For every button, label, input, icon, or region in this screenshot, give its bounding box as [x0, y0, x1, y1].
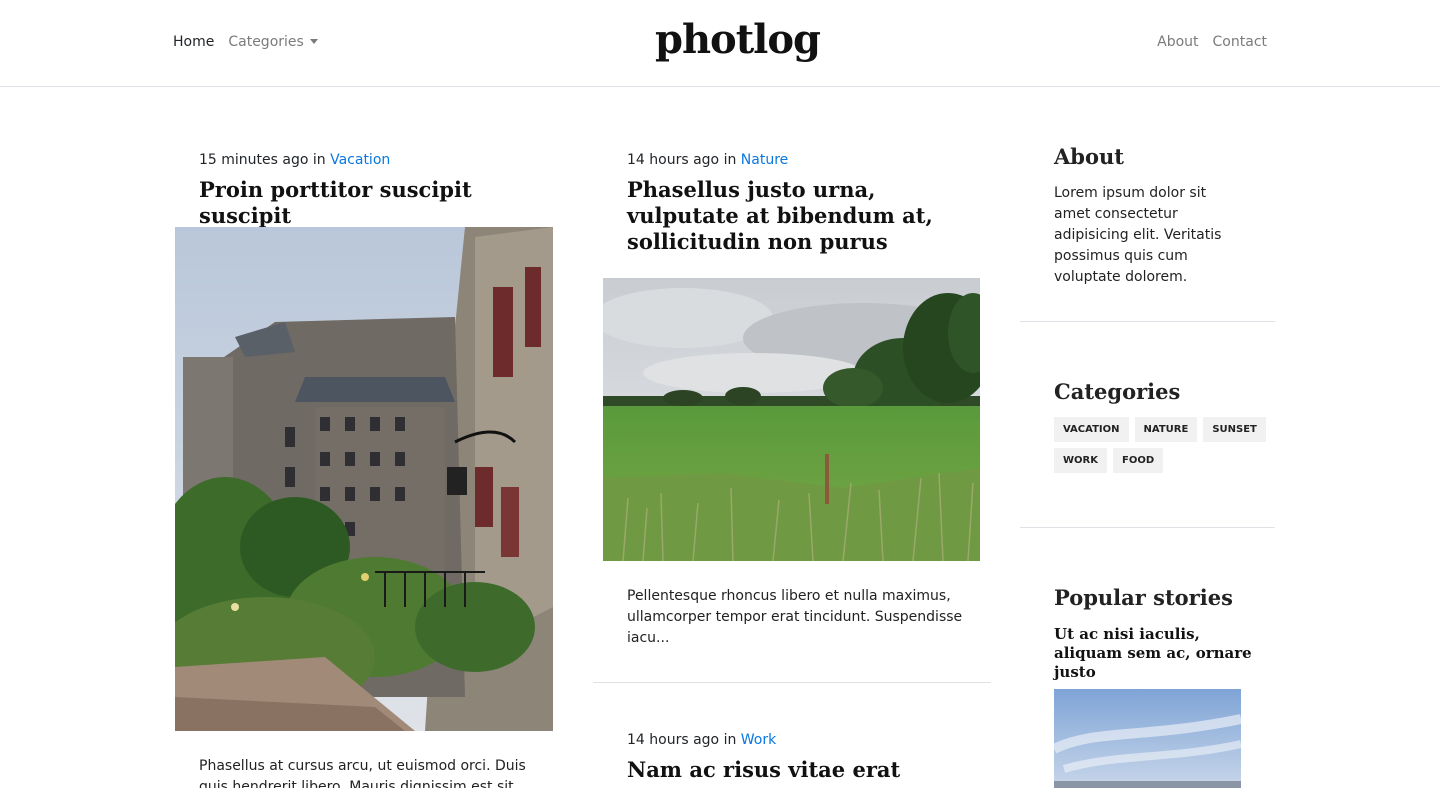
post-photo-field[interactable] [603, 278, 980, 561]
tag-vacation[interactable]: VACATION [1054, 417, 1129, 442]
tag-food[interactable]: FOOD [1112, 448, 1164, 473]
post-meta: 14 hours ago in Work [627, 732, 776, 748]
post-excerpt: Phasellus at cursus arcu, ut euismod orc… [199, 758, 526, 788]
post-time: 15 minutes ago [199, 152, 309, 168]
post-in: in [723, 732, 737, 748]
sidebar-categories-heading: Categories [1054, 379, 1181, 404]
sidebar-about-text: Lorem ipsum dolor sit amet consectetur a… [1054, 185, 1222, 285]
post-meta: 14 hours ago in Nature [627, 152, 788, 168]
tag-sunset[interactable]: SUNSET [1203, 417, 1266, 442]
post-title[interactable]: Nam ac risus vitae erat [627, 757, 967, 783]
tag-work[interactable]: WORK [1054, 448, 1107, 473]
sidebar-popular-heading: Popular stories [1054, 585, 1233, 610]
post-time: 14 hours ago [627, 152, 720, 168]
sidebar-divider [1020, 321, 1275, 322]
nav-right: About Contact [1157, 34, 1267, 50]
category-tags: VACATION NATURE SUNSET WORK FOOD [1054, 417, 1274, 473]
post-title[interactable]: Phasellus justo urna, vulputate at biben… [627, 177, 967, 255]
navbar: Home Categories photlog About Contact [0, 0, 1440, 87]
post-in: in [312, 152, 326, 168]
nav-contact-link[interactable]: Contact [1213, 34, 1267, 50]
sidebar-about-heading: About [1054, 144, 1124, 169]
post-excerpt: Pellentesque rhoncus libero et nulla max… [627, 588, 963, 646]
post-in: in [723, 152, 737, 168]
post-divider [593, 682, 991, 683]
popular-story-title[interactable]: Ut ac nisi iaculis, aliquam sem ac, orna… [1054, 625, 1254, 682]
post-category-link[interactable]: Vacation [330, 152, 390, 168]
post-time: 14 hours ago [627, 732, 720, 748]
post-title[interactable]: Proin porttitor suscipit suscipit [199, 177, 539, 229]
nav-about-link[interactable]: About [1157, 34, 1198, 50]
post-photo-castle[interactable] [175, 227, 553, 731]
sidebar-divider [1020, 527, 1275, 528]
post-meta: 15 minutes ago in Vacation [199, 152, 390, 168]
post-category-link[interactable]: Work [741, 732, 776, 748]
popular-story-photo[interactable] [1054, 689, 1241, 788]
post-category-link[interactable]: Nature [741, 152, 788, 168]
tag-nature[interactable]: NATURE [1134, 417, 1198, 442]
